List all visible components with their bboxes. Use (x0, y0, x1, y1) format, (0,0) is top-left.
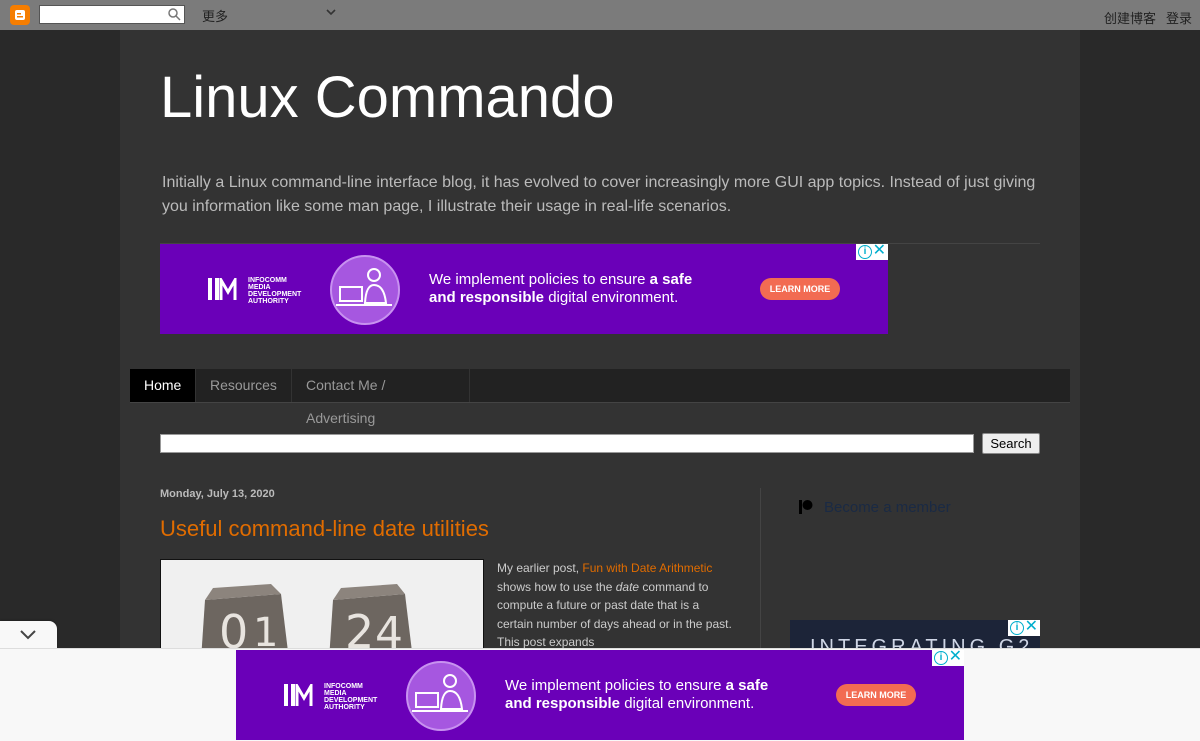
column-divider (760, 488, 761, 658)
close-icon[interactable]: ✕ (949, 650, 962, 665)
more-menu[interactable]: 更多 (202, 6, 228, 25)
ad-choices-badge[interactable]: i ✕ (932, 650, 964, 666)
tab-home[interactable]: Home (130, 369, 196, 402)
search-button[interactable]: Search (982, 433, 1040, 454)
ad-choices-badge[interactable]: i ✕ (856, 244, 888, 260)
post-image[interactable]: 0 1 2 4 (160, 559, 484, 661)
blog-description: Initially a Linux command-line interface… (162, 174, 1036, 215)
post-date: Monday, July 13, 2020 (160, 488, 275, 500)
info-icon[interactable]: i (934, 651, 948, 665)
info-icon[interactable]: i (858, 245, 872, 259)
chevron-down-icon[interactable] (326, 7, 336, 17)
patreon-icon[interactable] (798, 499, 814, 515)
imda-logo-icon (284, 684, 313, 706)
tab-contact-advertising[interactable]: Contact Me / Advertising (292, 369, 470, 426)
search-icon[interactable] (167, 7, 181, 21)
chevron-down-icon[interactable] (20, 630, 36, 640)
imda-brand-text: INFOCOMM MEDIA DEVELOPMENT AUTHORITY (324, 683, 378, 711)
close-icon[interactable]: ✕ (1025, 620, 1038, 635)
anchor-ad-banner[interactable]: i ✕ INFOCOMM MEDIA DEVELOPMENT AUTHORITY We… (236, 650, 964, 740)
ad-illustration (330, 255, 400, 325)
close-icon[interactable]: ✕ (873, 244, 886, 259)
create-blog-link[interactable]: 创建博客 (1104, 8, 1156, 27)
ad-headline: We implement policies to ensure a safe a… (429, 271, 693, 306)
fun-with-date-arithmetic-link[interactable]: Fun with Date Arithmetic (582, 561, 712, 575)
tab-resources[interactable]: Resources (196, 369, 292, 402)
blog-search-input[interactable] (160, 434, 974, 453)
blogger-logo-icon[interactable] (10, 5, 30, 25)
navbar-search-input[interactable] (39, 5, 185, 24)
post-snippet: My earlier post, Fun with Date Arithmeti… (497, 561, 732, 649)
page-tabs: Home Resources Contact Me / Advertising (130, 369, 1070, 426)
sidebar-ad-choices-badge[interactable]: i ✕ (1008, 620, 1040, 636)
ad-illustration (406, 661, 476, 731)
blog-title[interactable]: Linux Commando (160, 64, 615, 131)
learn-more-button[interactable]: LEARN MORE (836, 684, 916, 706)
header-ad-banner[interactable]: i ✕ INFOCOMM MEDIA DEVELOPMENT AUTHORITY We… (160, 244, 888, 334)
blogger-navbar: 更多 创建博客 登录 (0, 0, 1200, 30)
ad-headline: We implement policies to ensure a safe a… (505, 677, 769, 712)
post-title[interactable]: Useful command-line date utilities (160, 516, 489, 542)
login-link[interactable]: 登录 (1166, 8, 1192, 27)
imda-logo-icon (208, 278, 237, 300)
become-member-link[interactable]: Become a member (824, 499, 951, 516)
anchor-collapse-button[interactable] (0, 621, 57, 648)
imda-brand-text: INFOCOMM MEDIA DEVELOPMENT AUTHORITY (248, 277, 302, 305)
learn-more-button[interactable]: LEARN MORE (760, 278, 840, 300)
info-icon[interactable]: i (1010, 621, 1024, 635)
